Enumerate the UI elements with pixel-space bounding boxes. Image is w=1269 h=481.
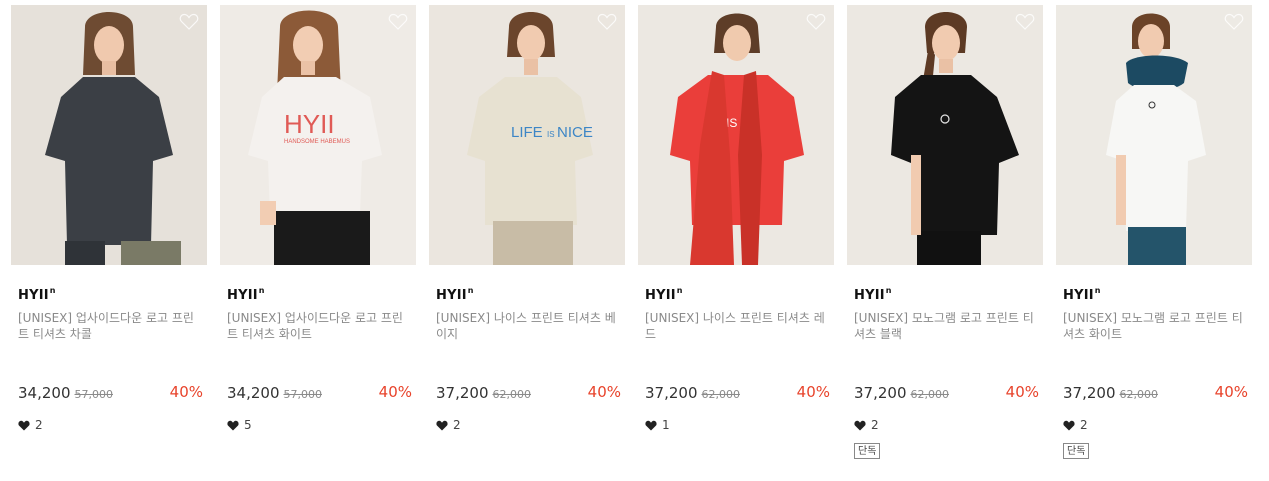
like-count-value: 5 xyxy=(244,418,252,432)
like-count-value: 2 xyxy=(35,418,43,432)
wishlist-heart-icon[interactable] xyxy=(179,13,199,31)
svg-text:LIFE: LIFE xyxy=(511,124,543,141)
discount-rate: 40% xyxy=(796,383,830,401)
brand-name[interactable]: HYIIn xyxy=(1063,286,1101,303)
product-card[interactable]: HYIIn [UNISEX] 업사이드다운 로고 프린트 티셔츠 차콜 34,2… xyxy=(11,5,207,475)
product-card[interactable]: HYII HANDSOME HABEMUS HYIIn [UNISEX] 업사이… xyxy=(220,5,416,475)
brand-name[interactable]: HYIIn xyxy=(645,286,683,303)
discount-rate: 40% xyxy=(378,383,412,401)
discount-rate: 40% xyxy=(169,383,203,401)
like-count: 2 xyxy=(436,418,461,432)
like-count: 1 xyxy=(645,418,670,432)
wishlist-heart-icon[interactable] xyxy=(1224,13,1244,31)
product-image[interactable]: HYII HANDSOME HABEMUS xyxy=(220,5,416,265)
heart-filled-icon xyxy=(227,420,239,430)
like-count-value: 2 xyxy=(1080,418,1088,432)
brand-name[interactable]: HYIIn xyxy=(227,286,265,303)
svg-text:IS: IS xyxy=(547,130,555,139)
original-price: 57,000 xyxy=(74,388,114,401)
original-price: 62,000 xyxy=(1119,388,1159,401)
original-price: 62,000 xyxy=(492,388,532,401)
sale-price: 34,200 xyxy=(18,384,71,402)
discount-rate: 40% xyxy=(1214,383,1248,401)
heart-filled-icon xyxy=(1063,420,1075,430)
price-row: 37,200 62,000 40% xyxy=(645,383,830,403)
like-count-value: 1 xyxy=(662,418,670,432)
original-price: 57,000 xyxy=(283,388,323,401)
price-row: 37,200 62,000 40% xyxy=(1063,383,1248,403)
like-count: 2 xyxy=(18,418,43,432)
original-price: 62,000 xyxy=(701,388,741,401)
sale-price: 37,200 xyxy=(854,384,907,402)
brand-name[interactable]: HYIIn xyxy=(18,286,56,303)
product-title[interactable]: [UNISEX] 모노그램 로고 프린트 티셔츠 블랙 xyxy=(854,310,1040,342)
brand-name[interactable]: HYIIn xyxy=(436,286,474,303)
discount-rate: 40% xyxy=(1005,383,1039,401)
like-count-value: 2 xyxy=(453,418,461,432)
product-card[interactable]: HYIIn [UNISEX] 모노그램 로고 프린트 티셔츠 화이트 37,20… xyxy=(1056,5,1252,475)
product-title[interactable]: [UNISEX] 나이스 프린트 티셔츠 베이지 xyxy=(436,310,622,342)
like-count: 2 xyxy=(854,418,879,432)
sale-price: 37,200 xyxy=(645,384,698,402)
sale-price: 37,200 xyxy=(1063,384,1116,402)
product-image[interactable]: LIFE IS NICE xyxy=(429,5,625,265)
sale-price: 37,200 xyxy=(436,384,489,402)
original-price: 62,000 xyxy=(910,388,950,401)
product-grid: HYIIn [UNISEX] 업사이드다운 로고 프린트 티셔츠 차콜 34,2… xyxy=(0,0,1269,481)
product-title[interactable]: [UNISEX] 나이스 프린트 티셔츠 레드 xyxy=(645,310,831,342)
product-title[interactable]: [UNISEX] 업사이드다운 로고 프린트 티셔츠 화이트 xyxy=(227,310,413,342)
like-count: 5 xyxy=(227,418,252,432)
price-row: 34,200 57,000 40% xyxy=(227,383,412,403)
product-card[interactable]: IS NI HYIIn [UNISEX] 나이스 프린트 티셔츠 레드 37,2… xyxy=(638,5,834,475)
heart-filled-icon xyxy=(645,420,657,430)
product-image[interactable]: IS NI xyxy=(638,5,834,265)
product-image[interactable] xyxy=(1056,5,1252,265)
exclusive-badge: 단독 xyxy=(1063,443,1090,459)
exclusive-badge: 단독 xyxy=(854,443,881,459)
product-title[interactable]: [UNISEX] 업사이드다운 로고 프린트 티셔츠 차콜 xyxy=(18,310,204,342)
product-image[interactable] xyxy=(11,5,207,265)
wishlist-heart-icon[interactable] xyxy=(806,13,826,31)
heart-filled-icon xyxy=(436,420,448,430)
discount-rate: 40% xyxy=(587,383,621,401)
svg-text:HYII: HYII xyxy=(284,109,335,139)
like-count: 2 xyxy=(1063,418,1088,432)
wishlist-heart-icon[interactable] xyxy=(597,13,617,31)
heart-filled-icon xyxy=(854,420,866,430)
product-card[interactable]: LIFE IS NICE HYIIn [UNISEX] 나이스 프린트 티셔츠 … xyxy=(429,5,625,475)
sale-price: 34,200 xyxy=(227,384,280,402)
brand-name[interactable]: HYIIn xyxy=(854,286,892,303)
heart-filled-icon xyxy=(18,420,30,430)
like-count-value: 2 xyxy=(871,418,879,432)
product-card[interactable]: HYIIn [UNISEX] 모노그램 로고 프린트 티셔츠 블랙 37,200… xyxy=(847,5,1043,475)
price-row: 37,200 62,000 40% xyxy=(436,383,621,403)
product-image[interactable] xyxy=(847,5,1043,265)
price-row: 34,200 57,000 40% xyxy=(18,383,203,403)
price-row: 37,200 62,000 40% xyxy=(854,383,1039,403)
svg-text:NICE: NICE xyxy=(557,124,593,141)
wishlist-heart-icon[interactable] xyxy=(1015,13,1035,31)
wishlist-heart-icon[interactable] xyxy=(388,13,408,31)
product-title[interactable]: [UNISEX] 모노그램 로고 프린트 티셔츠 화이트 xyxy=(1063,310,1249,342)
svg-text:HANDSOME HABEMUS: HANDSOME HABEMUS xyxy=(284,139,350,145)
